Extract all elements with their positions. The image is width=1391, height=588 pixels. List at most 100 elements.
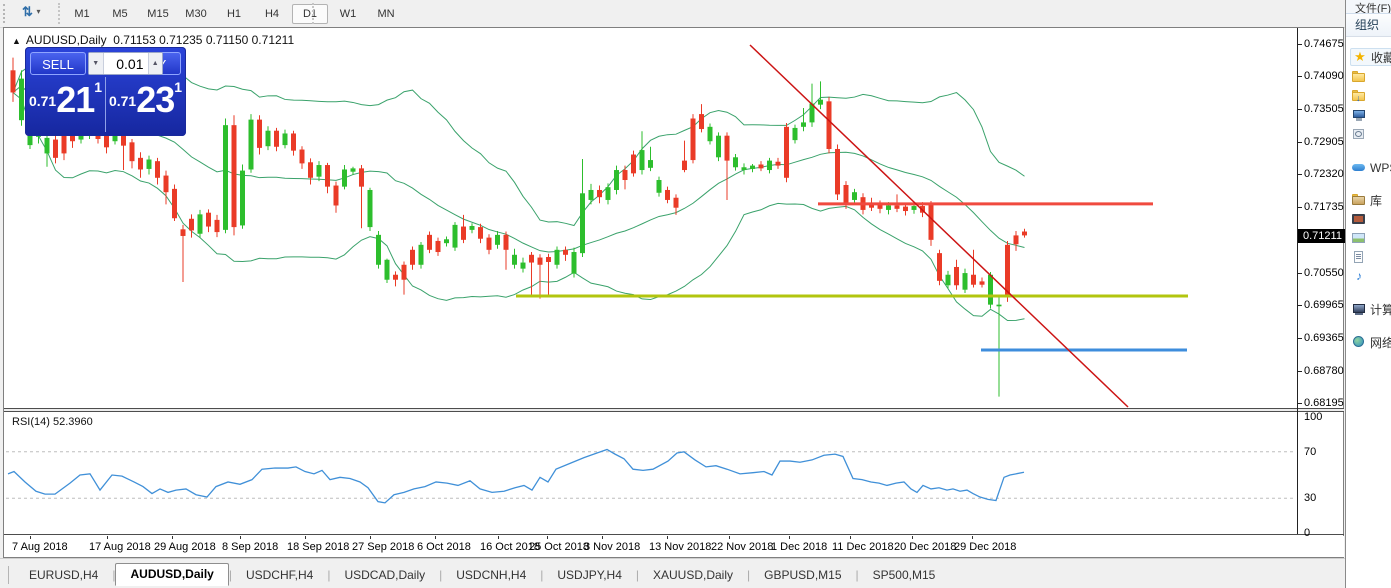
explorer-item[interactable] <box>1352 230 1391 246</box>
toolbar-grip[interactable] <box>3 4 8 23</box>
explorer-item-收藏夹[interactable]: ★收藏夹 <box>1350 48 1391 66</box>
date-tick <box>972 536 973 539</box>
chart-tab-USDCHF-H4[interactable]: USDCHF,H4 <box>232 566 327 585</box>
explorer-item-计算机[interactable]: 计算机 <box>1352 301 1391 317</box>
chart-tab-GBPUSD-M15[interactable]: GBPUSD,M15 <box>750 566 855 585</box>
collapse-triangle-icon[interactable]: ▲ <box>12 36 21 46</box>
explorer-item[interactable] <box>1352 211 1391 227</box>
candle <box>453 222 458 251</box>
candle <box>827 97 832 154</box>
rsi-axis-label: 30 <box>1304 492 1316 504</box>
candle <box>223 119 228 234</box>
timeframe-button-M5[interactable]: M5 <box>102 4 138 24</box>
date-tick <box>667 536 668 539</box>
candle <box>487 234 492 254</box>
explorer-item-WPS网盘[interactable]: WPS网盘 <box>1352 159 1391 175</box>
price-chart-canvas[interactable] <box>4 28 1297 408</box>
sell-price-big: 21 <box>56 79 94 120</box>
rsi-canvas[interactable] <box>4 412 1297 534</box>
date-tick <box>729 536 730 539</box>
symbols-arrows-icon: ⇅ <box>22 4 33 19</box>
candle <box>385 259 390 283</box>
desktop-icon <box>1352 108 1366 122</box>
explorer-item-库[interactable]: 库 <box>1352 192 1391 208</box>
timeframe-button-H1[interactable]: H1 <box>216 4 252 24</box>
timeframe-button-W1[interactable]: W1 <box>330 4 366 24</box>
sell-button[interactable]: SELL <box>30 52 86 75</box>
chart-tab-SP500-M15[interactable]: SP500,M15 <box>859 566 950 585</box>
date-axis-label: 29 Aug 2018 <box>154 541 216 553</box>
price-axis-label: 0.71735 <box>1304 201 1344 213</box>
timeframe-button-M1[interactable]: M1 <box>64 4 100 24</box>
rsi-bottom-border <box>4 534 1344 535</box>
candle <box>164 171 169 205</box>
candle <box>257 115 262 154</box>
explorer-item-网络[interactable]: 网络 <box>1352 334 1391 350</box>
candle <box>410 246 415 269</box>
price-axis[interactable]: 0.746750.740900.735050.729050.723200.717… <box>1298 0 1345 588</box>
explorer-item[interactable] <box>1352 126 1391 142</box>
timeframe-button-M30[interactable]: M30 <box>178 4 214 24</box>
explorer-item[interactable]: ↓ <box>1352 88 1391 104</box>
date-axis-label: 27 Sep 2018 <box>352 541 414 553</box>
candle <box>801 108 806 131</box>
date-tick <box>107 536 108 539</box>
candle <box>997 295 1002 397</box>
explorer-file-menu[interactable]: 文件(F) <box>1346 0 1391 14</box>
explorer-item-label: 收藏夹 <box>1371 49 1391 66</box>
candle <box>623 166 628 190</box>
candle <box>249 114 254 173</box>
candle <box>699 104 704 132</box>
buy-price-display[interactable]: 0.71231 <box>106 79 185 131</box>
tabs-notch <box>2 566 9 584</box>
candle <box>759 161 764 171</box>
explorer-item[interactable] <box>1352 107 1391 123</box>
chart-tab-USDCAD-Daily[interactable]: USDCAD,Daily <box>330 566 439 585</box>
candle <box>597 186 602 204</box>
volume-decrease-button[interactable]: ▼ <box>89 53 104 74</box>
buy-price-sup: 1 <box>174 79 182 95</box>
price-axis-label: 0.69965 <box>1304 299 1344 311</box>
candle <box>640 131 645 174</box>
candle <box>538 254 543 298</box>
timeframe-button-D1[interactable]: D1 <box>292 4 328 24</box>
volume-increase-button[interactable]: ▲ <box>148 53 163 74</box>
symbols-icon[interactable]: ⇅ ▾ <box>22 4 52 23</box>
candle <box>529 252 534 295</box>
candle <box>444 237 449 247</box>
volume-input[interactable] <box>104 53 148 74</box>
candle <box>189 214 194 237</box>
candle <box>240 164 245 228</box>
explorer-item[interactable] <box>1352 69 1391 85</box>
timeframe-button-M15[interactable]: M15 <box>140 4 176 24</box>
chart-tab-USDCNH-H4[interactable]: USDCNH,H4 <box>442 566 540 585</box>
candle <box>402 261 407 294</box>
candle <box>742 163 747 174</box>
explorer-item[interactable]: ♪ <box>1352 268 1391 284</box>
chart-tab-XAUUSD-Daily[interactable]: XAUUSD,Daily <box>639 566 747 585</box>
chart-tab-EURUSD-H4[interactable]: EURUSD,H4 <box>15 566 112 585</box>
date-axis-label: 29 Dec 2018 <box>954 541 1016 553</box>
date-axis-label: 22 Nov 2018 <box>711 541 773 553</box>
folder-download-icon: ↓ <box>1352 89 1366 103</box>
current-price-badge: 0.71211 <box>1298 229 1349 243</box>
candle <box>971 250 976 288</box>
date-tick <box>850 536 851 539</box>
timeframe-button-MN[interactable]: MN <box>368 4 404 24</box>
candle <box>130 139 135 168</box>
sell-price-display[interactable]: 0.71211 <box>26 79 105 131</box>
chart-tab-USDJPY-H4[interactable]: USDJPY,H4 <box>543 566 635 585</box>
explorer-organize-button[interactable]: 组织 <box>1346 14 1391 37</box>
price-tick <box>1298 273 1302 274</box>
price-tick <box>1298 109 1302 110</box>
date-tick <box>172 536 173 539</box>
timeframe-button-H4[interactable]: H4 <box>254 4 290 24</box>
chart-tab-AUDUSD-Daily[interactable]: AUDUSD,Daily <box>115 563 228 586</box>
buy-price-big: 23 <box>136 79 174 120</box>
candle <box>563 246 568 260</box>
date-axis-label: 7 Aug 2018 <box>12 541 68 553</box>
date-axis[interactable]: 7 Aug 201817 Aug 201829 Aug 20188 Sep 20… <box>4 536 1344 557</box>
descending-trendline[interactable] <box>750 45 1128 407</box>
explorer-item[interactable] <box>1352 249 1391 265</box>
price-axis-label: 0.74090 <box>1304 70 1344 82</box>
